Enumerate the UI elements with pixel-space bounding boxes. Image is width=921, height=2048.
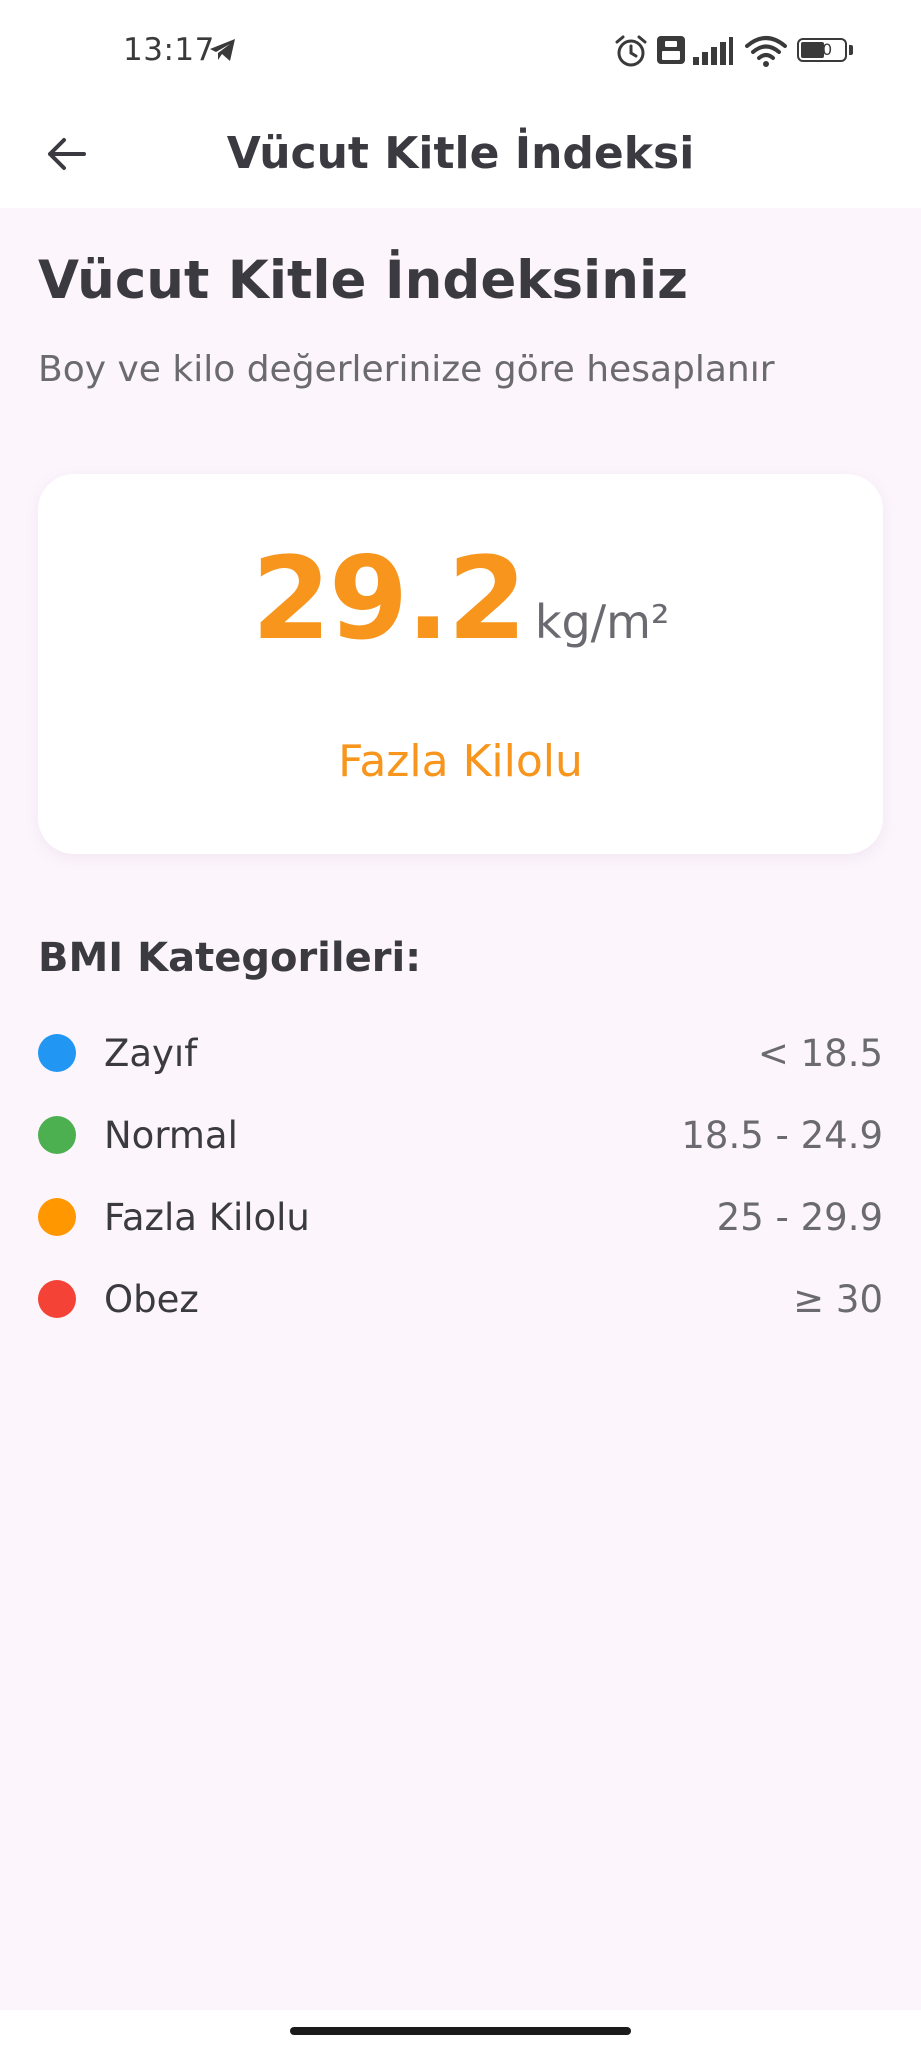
category-row-normal: Normal 18.5 - 24.9 [38, 1095, 883, 1177]
section-subheading: Boy ve kilo değerlerinize göre hesaplanı… [38, 349, 775, 390]
status-bar: 13:17 50 [0, 0, 921, 100]
category-range: 25 - 29.9 [716, 1196, 883, 1239]
category-range: < 18.5 [757, 1032, 883, 1075]
bmi-unit: kg/m² [534, 595, 670, 649]
page-title: Vücut Kitle İndeksi [226, 128, 695, 179]
telegram-icon [210, 39, 235, 61]
battery-icon: 50 [797, 38, 853, 64]
category-name: Zayıf [104, 1032, 198, 1075]
category-dot-green-icon [38, 1116, 76, 1154]
alarm-icon [615, 35, 647, 67]
category-range: ≥ 30 [793, 1278, 883, 1321]
categories-title: BMI Kategorileri: [38, 935, 422, 981]
back-button[interactable] [30, 118, 102, 190]
category-row-obez: Obez ≥ 30 [38, 1259, 883, 1341]
category-name: Normal [104, 1114, 238, 1157]
category-dot-orange-icon [38, 1198, 76, 1236]
section-heading: Vücut Kitle İndeksiniz [38, 250, 688, 311]
category-range: 18.5 - 24.9 [681, 1114, 883, 1157]
gesture-bar [0, 2010, 921, 2048]
signal-icon [693, 37, 733, 65]
category-dot-blue-icon [38, 1034, 76, 1072]
category-name: Obez [104, 1278, 199, 1321]
volte-icon [657, 36, 685, 64]
category-row-zayif: Zayıf < 18.5 [38, 1013, 883, 1095]
wifi-icon [745, 36, 787, 67]
bmi-value-row: 29.2 kg/m² [38, 532, 883, 665]
categories-list: Zayıf < 18.5 Normal 18.5 - 24.9 Fazla Ki… [38, 1013, 883, 1341]
app-bar: Vücut Kitle İndeksi [0, 100, 921, 208]
category-row-fazla-kilolu: Fazla Kilolu 25 - 29.9 [38, 1177, 883, 1259]
bmi-category-label: Fazla Kilolu [338, 736, 583, 787]
status-time: 13:17 [123, 32, 215, 68]
bmi-result-card: 29.2 kg/m² Fazla Kilolu [38, 474, 883, 854]
arrow-left-icon [48, 138, 86, 170]
bmi-value: 29.2 [251, 532, 527, 665]
battery-level: 50 [811, 40, 833, 59]
home-indicator[interactable] [290, 2027, 631, 2035]
category-dot-red-icon [38, 1280, 76, 1318]
category-name: Fazla Kilolu [104, 1196, 310, 1239]
